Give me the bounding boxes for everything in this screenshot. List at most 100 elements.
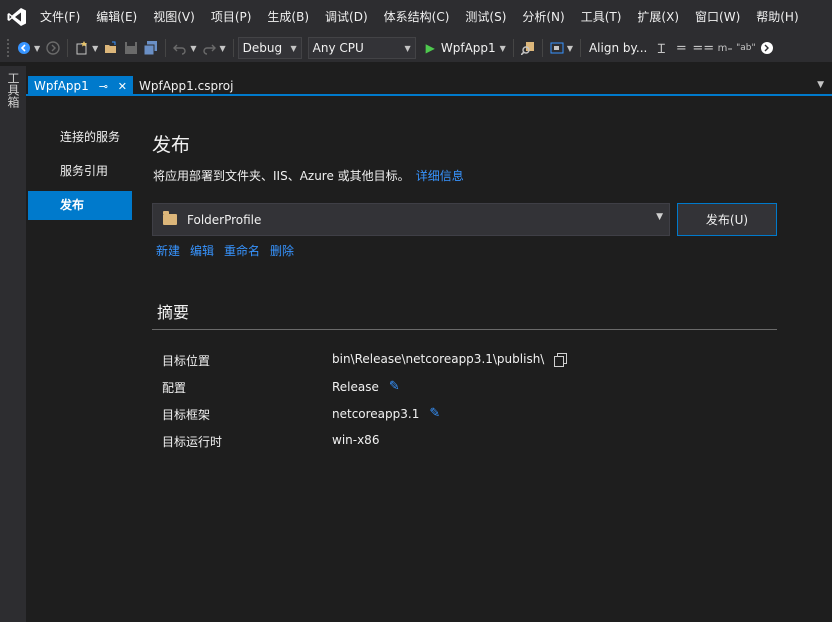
menu-debug[interactable]: 调试(D)	[317, 0, 376, 34]
menu-window[interactable]: 窗口(W)	[687, 0, 748, 34]
edit-pencil-icon[interactable]: ✎	[429, 406, 440, 421]
menu-file[interactable]: 文件(F)	[32, 0, 88, 34]
copy-icon[interactable]	[554, 353, 568, 367]
open-file-icon[interactable]	[102, 37, 120, 59]
new-dropdown-icon[interactable]: ▼	[92, 44, 98, 53]
solution-platform-select[interactable]: Any CPU ▼	[307, 37, 416, 59]
menu-project[interactable]: 项目(P)	[203, 0, 260, 34]
run-dropdown-icon[interactable]: ▼	[500, 44, 506, 53]
summary-label-configuration: 配置	[162, 381, 187, 395]
compact-equal-icon[interactable]: m₌	[716, 37, 734, 59]
menu-help[interactable]: 帮助(H)	[748, 0, 806, 34]
menu-bar: 文件(F) 编辑(E) 视图(V) 项目(P) 生成(B) 调试(D) 体系结构…	[0, 0, 832, 34]
menu-view[interactable]: 视图(V)	[145, 0, 203, 34]
summary-value-configuration: Release ✎	[332, 379, 400, 394]
solution-configuration-select[interactable]: Debug ▼	[237, 37, 302, 59]
close-icon[interactable]: ✕	[118, 80, 127, 93]
align-by-label[interactable]: Align by...	[589, 41, 647, 55]
toolbar-separator	[165, 39, 167, 57]
solution-platform-value: Any CPU	[312, 41, 364, 55]
tab-label: WpfApp1	[34, 79, 89, 93]
tab-overflow-dropdown-icon[interactable]: ▼	[817, 80, 824, 90]
toolbar-separator	[232, 39, 234, 57]
edit-profile-link[interactable]: 编辑	[190, 242, 214, 259]
toolbar-separator	[512, 39, 514, 57]
publish-profile-select[interactable]: FolderProfile ▼	[152, 203, 670, 236]
run-target-label: WpfApp1	[440, 41, 496, 55]
target-location-value: bin\Release\netcoreapp3.1\publish\	[332, 352, 545, 366]
summary-divider	[152, 329, 777, 330]
new-profile-link[interactable]: 新建	[156, 242, 180, 259]
redo-dropdown-icon[interactable]: ▼	[219, 44, 225, 53]
folder-icon	[163, 211, 177, 225]
live-visual-tree-icon[interactable]	[548, 37, 566, 59]
delete-profile-link[interactable]: 删除	[270, 242, 294, 259]
rename-profile-link[interactable]: 重命名	[224, 242, 260, 259]
sidebar-item-publish[interactable]: 发布	[28, 191, 132, 220]
summary-label-target-runtime: 目标运行时	[162, 435, 223, 449]
standard-toolbar: ▼ ▼ ▼ ▼ Debug ▼ Any CPU ▼ ▶ WpfApp1 ▼ ▼ …	[0, 34, 832, 62]
string-literal-icon[interactable]: "ab"	[736, 37, 756, 59]
sidebar-item-connected-services[interactable]: 连接的服务	[28, 123, 132, 152]
document-tabs: WpfApp1 ⊸ ✕ WpfApp1.csproj	[26, 74, 832, 96]
text-cursor-icon[interactable]: Ɪ	[652, 37, 670, 59]
more-info-link[interactable]: 详细信息	[416, 169, 464, 183]
toolbar-separator	[579, 39, 581, 57]
save-icon[interactable]	[122, 37, 140, 59]
menu-extensions[interactable]: 扩展(X)	[629, 0, 687, 34]
equal-icon[interactable]: =	[672, 37, 690, 59]
menu-analyze[interactable]: 分析(N)	[514, 0, 572, 34]
summary-label-target-framework: 目标框架	[162, 408, 211, 422]
edit-pencil-icon[interactable]: ✎	[389, 379, 400, 394]
new-project-icon[interactable]	[73, 37, 91, 59]
summary-title: 摘要	[157, 303, 190, 322]
target-framework-value: netcoreapp3.1	[332, 406, 420, 421]
toolbox-tab[interactable]: 工具箱	[5, 72, 22, 108]
publish-profile-value: FolderProfile	[187, 212, 262, 227]
toolbar-separator	[67, 39, 69, 57]
page-description: 将应用部署到文件夹、IIS、Azure 或其他目标。 详细信息	[153, 167, 464, 184]
back-dropdown-icon[interactable]: ▼	[34, 44, 40, 53]
play-icon: ▶	[425, 41, 435, 55]
summary-label-target-location: 目标位置	[162, 354, 211, 368]
find-in-files-icon[interactable]	[519, 37, 537, 59]
tab-wpfapp1[interactable]: WpfApp1 ⊸ ✕	[28, 76, 133, 96]
publish-button[interactable]: 发布(U)	[677, 203, 777, 236]
summary-value-target-location: bin\Release\netcoreapp3.1\publish\	[332, 352, 568, 367]
configuration-value: Release	[332, 379, 379, 394]
profile-actions: 新建 编辑 重命名 删除	[156, 242, 304, 259]
page-title: 发布	[152, 134, 191, 156]
toolbar-grip[interactable]	[6, 38, 10, 58]
undo-dropdown-icon[interactable]: ▼	[190, 44, 196, 53]
tab-label: WpfApp1.csproj	[139, 79, 234, 93]
summary-value-target-framework: netcoreapp3.1 ✎	[332, 406, 440, 421]
chevron-down-icon: ▼	[404, 43, 411, 53]
target-runtime-value: win-x86	[332, 433, 380, 447]
menu-build[interactable]: 生成(B)	[259, 0, 317, 34]
solution-configuration-value: Debug	[242, 41, 283, 55]
double-equal-icon[interactable]: ==	[692, 37, 714, 59]
start-debugging-button[interactable]: ▶ WpfApp1	[426, 41, 496, 55]
toolbox-strip: 工具箱	[0, 66, 26, 622]
chevron-down-icon: ▼	[656, 212, 663, 222]
menu-test[interactable]: 测试(S)	[457, 0, 514, 34]
visual-tree-dropdown-icon[interactable]: ▼	[567, 44, 573, 53]
undo-icon[interactable]	[171, 37, 189, 59]
menu-tools[interactable]: 工具(T)	[573, 0, 630, 34]
description-text: 将应用部署到文件夹、IIS、Azure 或其他目标。	[153, 169, 410, 183]
navigate-forward-icon[interactable]	[44, 37, 62, 59]
summary-value-target-runtime: win-x86	[332, 433, 379, 447]
menu-edit[interactable]: 编辑(E)	[88, 0, 145, 34]
pin-icon[interactable]: ⊸	[99, 80, 108, 93]
redo-icon[interactable]	[200, 37, 218, 59]
save-all-icon[interactable]	[142, 37, 160, 59]
sidebar-item-service-references[interactable]: 服务引用	[28, 157, 132, 186]
menu-architecture[interactable]: 体系结构(C)	[376, 0, 458, 34]
navigate-back-icon[interactable]	[15, 37, 33, 59]
tab-wpfapp1-csproj[interactable]: WpfApp1.csproj	[133, 76, 239, 96]
publish-page: 连接的服务 服务引用 发布 发布 将应用部署到文件夹、IIS、Azure 或其他…	[26, 96, 832, 622]
visual-studio-logo-icon[interactable]	[2, 0, 32, 34]
toolbar-separator	[541, 39, 543, 57]
toolbar-overflow-icon[interactable]	[758, 37, 776, 59]
chevron-down-icon: ▼	[290, 43, 297, 53]
